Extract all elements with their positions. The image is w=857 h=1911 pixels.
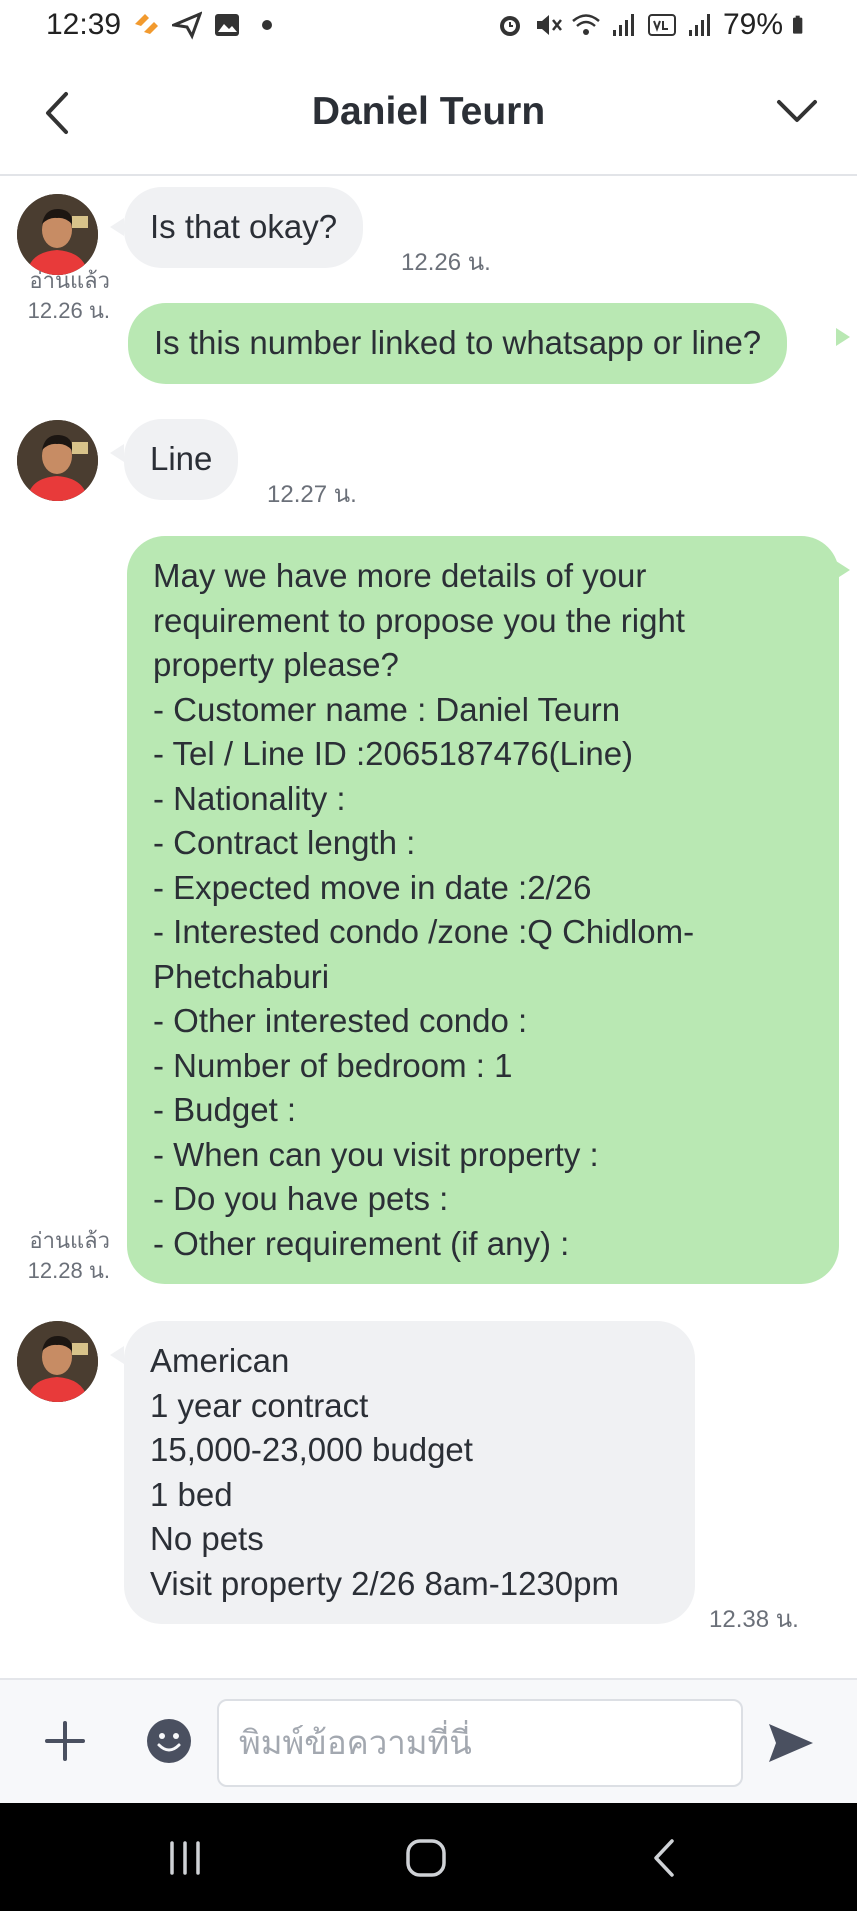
bubble-tail (110, 444, 124, 462)
chevron-down-icon[interactable] (775, 92, 819, 132)
chat-header: Daniel Teurn (0, 52, 857, 176)
bubble-tail (836, 561, 850, 579)
incoming-message[interactable]: Is that okay? (124, 187, 364, 268)
home-icon[interactable] (401, 1833, 451, 1883)
avatar-photo (17, 420, 98, 501)
system-nav-bar (0, 1803, 857, 1911)
read-receipt: อ่านแล้ว 12.26 น. (10, 266, 110, 326)
signal-icon (688, 14, 710, 36)
chat-title: Daniel Teurn (311, 90, 546, 133)
avatar[interactable] (17, 194, 98, 275)
signal-icon (612, 14, 634, 36)
wifi-icon (572, 14, 600, 35)
plus-icon[interactable] (44, 1720, 86, 1762)
battery-icon (793, 15, 803, 34)
avatar-photo (17, 1321, 98, 1402)
back-icon[interactable] (640, 1833, 690, 1883)
message-input[interactable] (217, 1699, 743, 1787)
status-left-icons (132, 10, 282, 40)
read-label: อ่านแล้ว (29, 268, 110, 293)
alarm-icon (499, 16, 520, 36)
message-composer (0, 1678, 857, 1803)
status-right: 79% (495, 8, 811, 42)
avatar[interactable] (17, 420, 98, 501)
message-time: 12.27 น. (267, 481, 357, 508)
outgoing-message[interactable]: May we have more details of your require… (127, 536, 839, 1284)
battery-percent: 79% (722, 8, 783, 41)
volte-icon (647, 14, 676, 36)
emoji-icon[interactable] (146, 1718, 192, 1764)
avatar[interactable] (17, 1321, 98, 1402)
dot-icon (262, 20, 272, 30)
message-time: 12.26 น. (27, 298, 110, 323)
recents-icon[interactable] (160, 1833, 210, 1883)
read-receipt: อ่านแล้ว 12.28 น. (10, 1226, 110, 1286)
bubble-tail (110, 218, 124, 236)
bubble-tail (836, 328, 850, 346)
message-time: 12.26 น. (401, 249, 491, 276)
send-icon (172, 11, 202, 40)
message-time: 12.38 น. (709, 1606, 799, 1633)
message-list: Is that okay? 12.26 น. อ่านแล้ว 12.26 น.… (0, 176, 857, 1678)
incoming-message[interactable]: American 1 year contract 15,000-23,000 b… (124, 1321, 695, 1624)
message-time: 12.28 น. (27, 1258, 110, 1283)
bubble-tail (110, 1346, 124, 1364)
status-bar: 12:39 79% (0, 0, 857, 52)
avatar-photo (17, 194, 98, 275)
incoming-message[interactable]: Line (124, 419, 239, 500)
send-icon[interactable] (766, 1720, 816, 1766)
outgoing-message[interactable]: Is this number linked to whatsapp or lin… (128, 303, 788, 384)
gallery-icon (215, 14, 239, 36)
read-label: อ่านแล้ว (29, 1228, 110, 1253)
mute-icon (536, 15, 562, 35)
status-time: 12:39 (46, 8, 122, 41)
flash-icon (135, 14, 158, 34)
